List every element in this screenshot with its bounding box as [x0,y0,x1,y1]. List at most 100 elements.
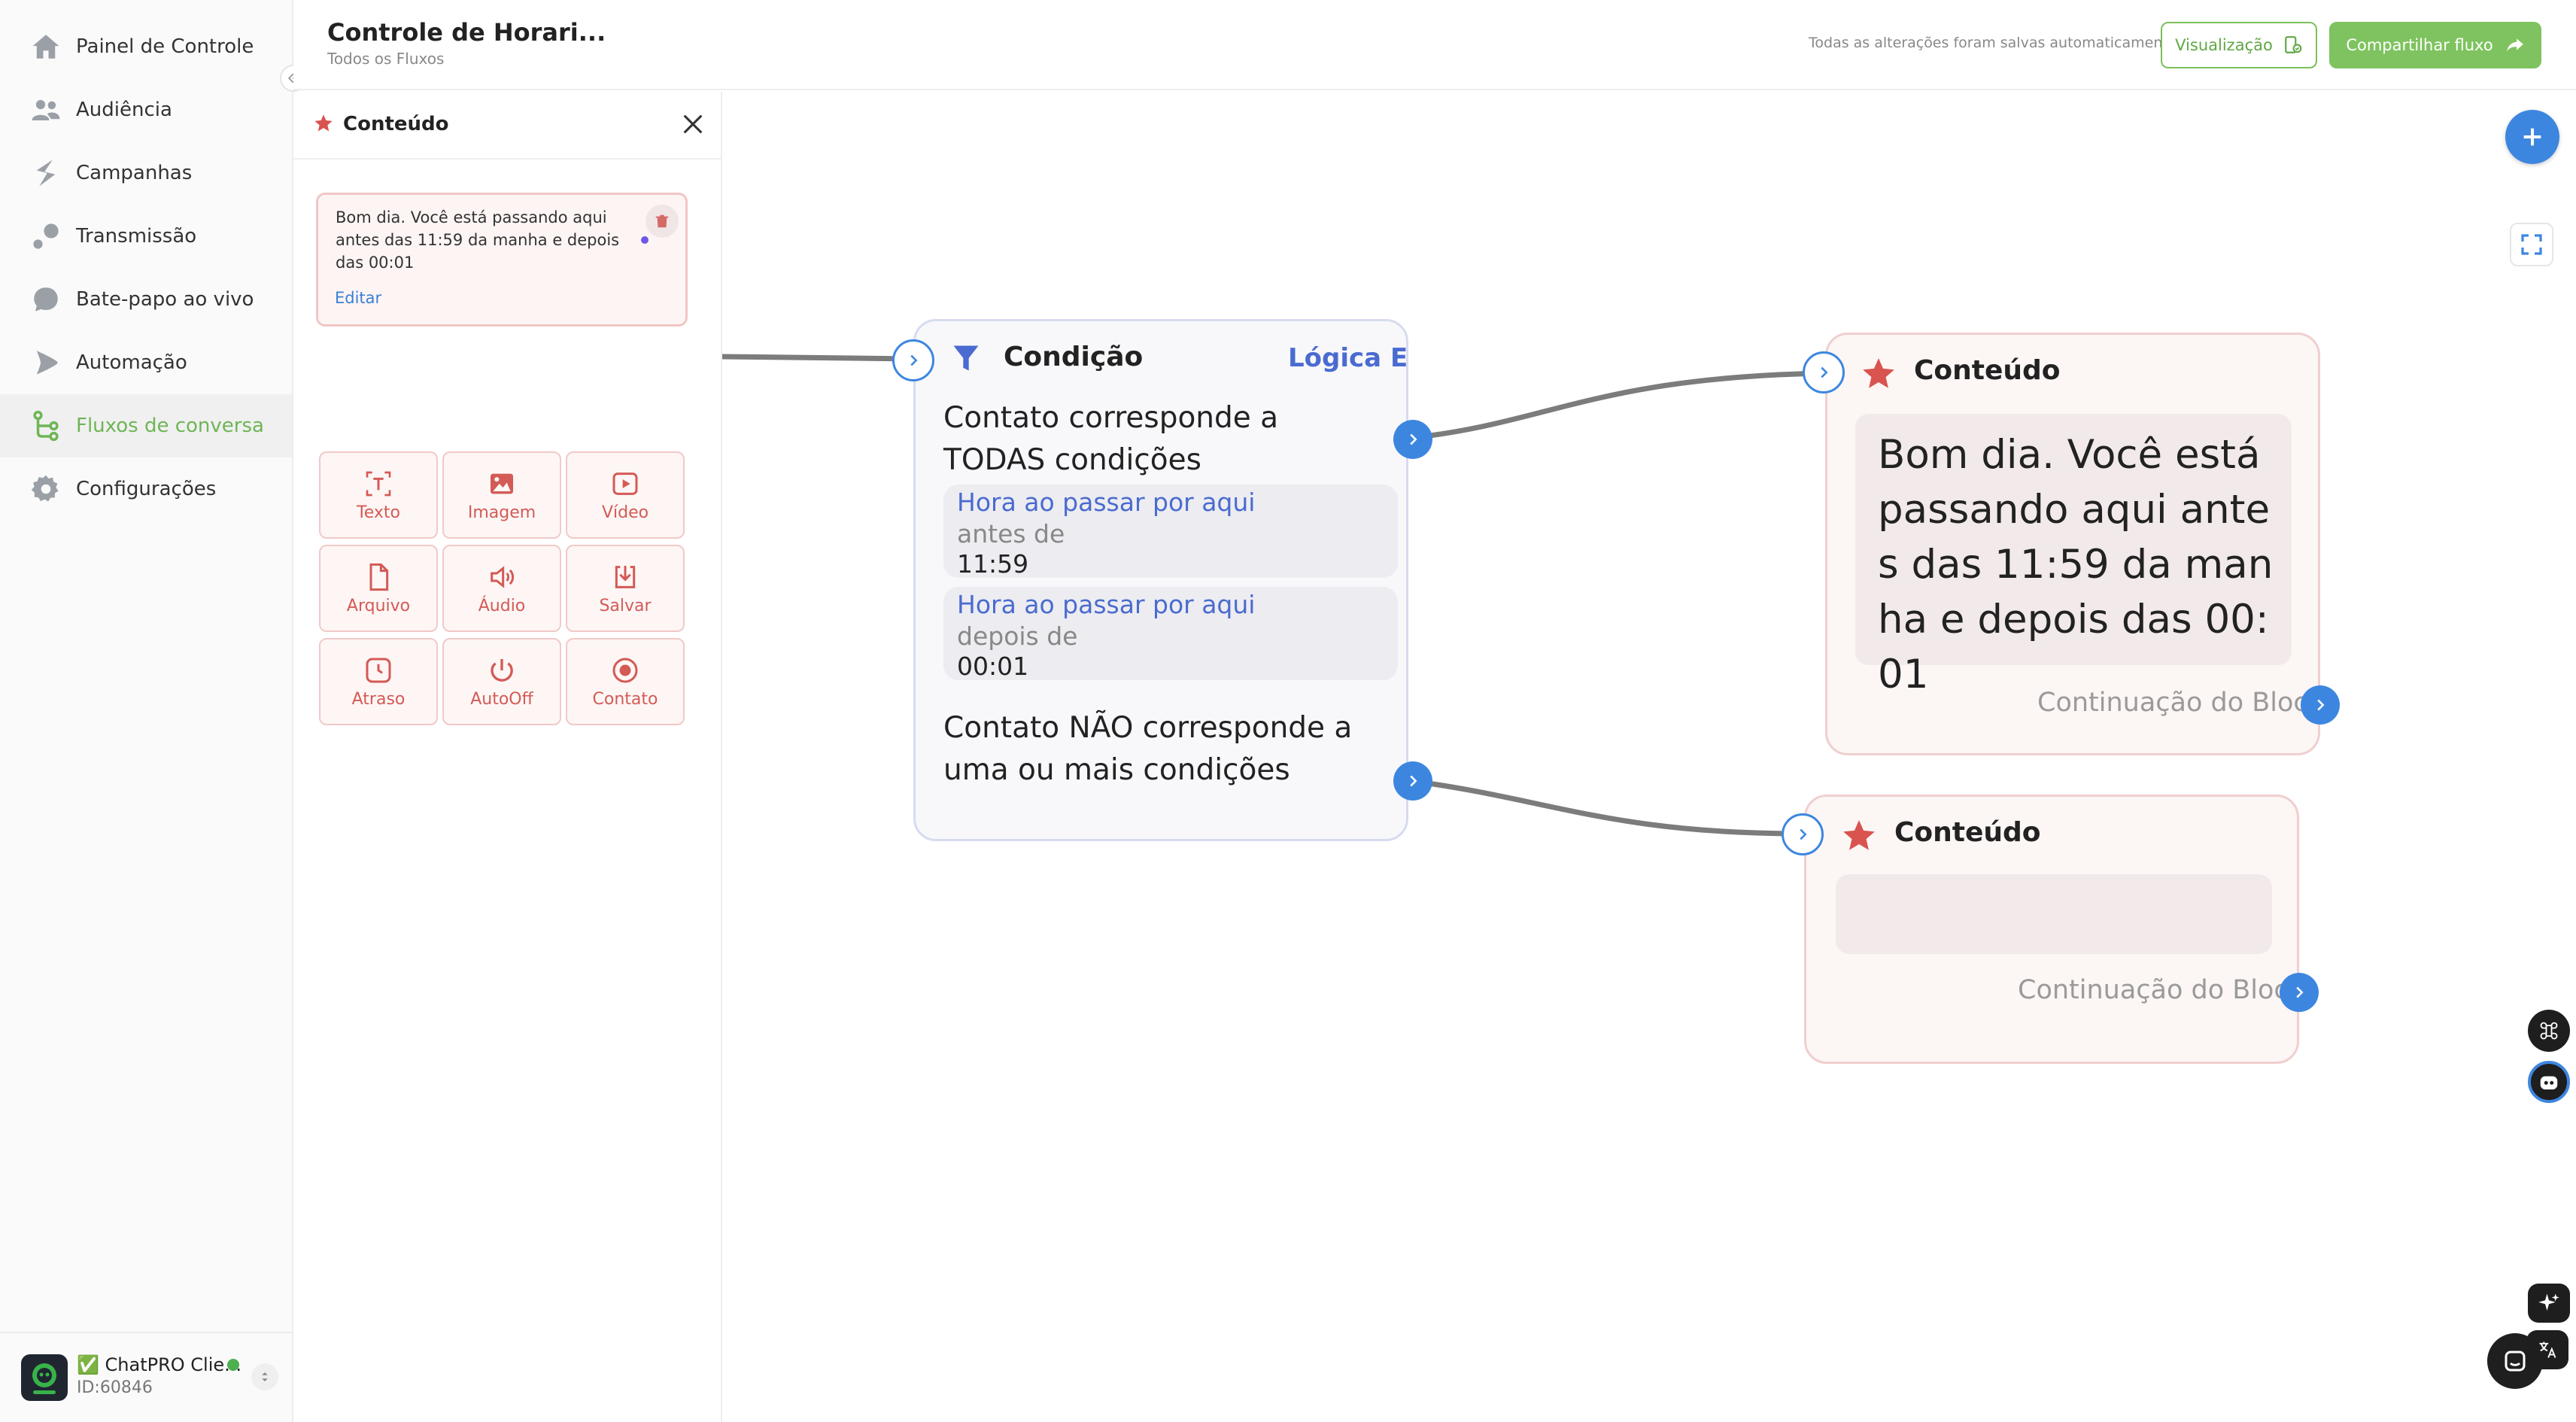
broadcast-icon [33,223,59,249]
condition-node-title: Condição [1004,342,1144,372]
condition-rule[interactable]: Hora ao passar por aqui antes de 11:59 [943,485,1398,579]
tool-label: Áudio [478,596,526,615]
command-icon [2540,1022,2558,1040]
content-input-port[interactable] [1782,813,1824,855]
sidebar-item-label: Campanhas [76,162,193,184]
fullscreen-icon [2521,234,2542,255]
chevron-right-icon [910,354,918,366]
continue-output-port[interactable] [2301,685,2340,725]
sidebar-item-label: Audiência [76,99,172,121]
bot-assistant-button[interactable] [2528,1061,2570,1103]
condition-rule[interactable]: Hora ao passar por aqui depois de 00:01 [943,587,1398,681]
preview-button-label: Visualização [2175,36,2273,54]
delete-message-button[interactable] [646,205,679,238]
tool-label: Contato [592,689,658,709]
sidebar-item-audience[interactable]: Audiência [0,78,292,141]
sidebar-item-label: Transmissão [76,225,197,248]
content-message-bubble-empty[interactable] [1836,874,2272,954]
add-block-button[interactable] [2505,110,2559,164]
add-file-button[interactable]: Arquivo [319,545,438,632]
add-text-button[interactable]: Texto [319,451,438,539]
share-flow-button[interactable]: Compartilhar fluxo [2329,22,2541,68]
sparkle-icon [2538,1293,2559,1311]
rule-value: 00:01 [957,652,1029,681]
contact-icon [612,658,638,682]
panel-divider [293,158,722,160]
robot-icon [2540,1076,2558,1089]
shortcuts-button[interactable] [2528,1010,2570,1052]
panel-title: Conteúdo [343,113,449,135]
sidebar-item-dashboard[interactable]: Painel de Controle [0,15,292,78]
chevron-right-icon [2317,699,2325,711]
cursor-indicator [641,236,649,244]
automation-icon [36,351,58,375]
ai-sparkle-button[interactable] [2528,1284,2570,1323]
not-match-text: Contato NÃO corresponde a uma ou mais co… [943,711,1353,787]
continue-output-port[interactable] [2280,973,2319,1012]
chevron-right-icon [1410,775,1417,787]
close-icon[interactable] [680,111,706,137]
continue-block-label: Continuação do Bloco [2037,688,2325,718]
sidebar-item-label: Automação [76,351,187,374]
match-all-output-port[interactable] [1393,420,1432,459]
edit-message-link[interactable]: Editar [335,289,381,307]
tool-label: Atraso [351,689,406,709]
add-save-button[interactable]: Salvar [566,545,685,632]
clock-icon [366,658,391,682]
chevron-right-icon [1800,828,1807,840]
breadcrumb[interactable]: Todos os Fluxos [327,50,444,68]
star-icon [314,114,333,132]
rule-field: Hora ao passar por aqui [957,590,1256,619]
add-audio-button[interactable]: Áudio [442,545,561,632]
chatpro-logo-icon [32,1363,56,1394]
chevron-right-icon [1410,433,1417,445]
content-node-title: Conteúdo [1894,817,2041,848]
star-icon [1843,820,1875,850]
save-icon [615,565,636,588]
users-icon [32,99,60,120]
add-image-button[interactable]: Imagem [442,451,561,539]
account-switcher-button[interactable] [251,1363,278,1390]
chat-icon [2505,1351,2526,1372]
sidebar-item-settings[interactable]: Configurações [0,457,292,521]
sidebar-item-automation[interactable]: Automação [0,331,292,394]
condition-input-port[interactable] [892,339,934,381]
image-icon [491,473,513,494]
power-icon [491,658,513,682]
sidebar-item-label: Configurações [76,478,217,500]
content-node-title: Conteúdo [1914,355,2061,386]
preview-device-icon [2285,36,2302,53]
sidebar-item-label: Fluxos de conversa [76,415,264,437]
page-title[interactable]: Controle de Horari... [327,18,606,47]
text-icon [366,471,391,496]
sidebar: Painel de Controle Audiência Campanhas T… [0,0,293,1422]
message-preview-text: Bom dia. Você está passando aqui antes d… [336,208,620,272]
avatar[interactable] [21,1354,68,1401]
add-delay-button[interactable]: Atraso [319,638,438,725]
add-contact-button[interactable]: Contato [566,638,685,725]
not-match-output-port[interactable] [1393,761,1432,801]
fullscreen-button[interactable] [2510,223,2553,266]
sidebar-item-live-chat[interactable]: Bate-papo ao vivo [0,268,292,331]
sidebar-item-broadcast[interactable]: Transmissão [0,205,292,268]
campaign-icon [36,160,56,187]
add-video-button[interactable]: Vídeo [566,451,685,539]
connection-true-branch [1411,370,1824,441]
filter-icon [953,345,979,371]
rule-operator: antes de [957,519,1065,548]
sidebar-item-label: Painel de Controle [76,35,254,58]
content-input-port[interactable] [1803,351,1845,393]
sidebar-item-conversation-flows[interactable]: Fluxos de conversa [0,394,292,457]
logic-mode-label[interactable]: Lógica E [1288,343,1408,373]
file-icon [369,563,389,591]
add-autooff-button[interactable]: AutoOff [442,638,561,725]
sidebar-item-label: Bate-papo ao vivo [76,288,254,311]
chevron-up-down-icon [262,1372,268,1381]
preview-button[interactable]: Visualização [2161,22,2317,68]
sidebar-item-campaigns[interactable]: Campanhas [0,141,292,205]
account-name: ✅ ChatPRO Clie... [77,1354,242,1375]
autosave-status: Todas as alterações foram salvas automat… [1809,35,2177,51]
rule-operator: depois de [957,621,1078,651]
chat-bubble-icon [34,287,58,311]
translate-button[interactable] [2526,1330,2568,1369]
